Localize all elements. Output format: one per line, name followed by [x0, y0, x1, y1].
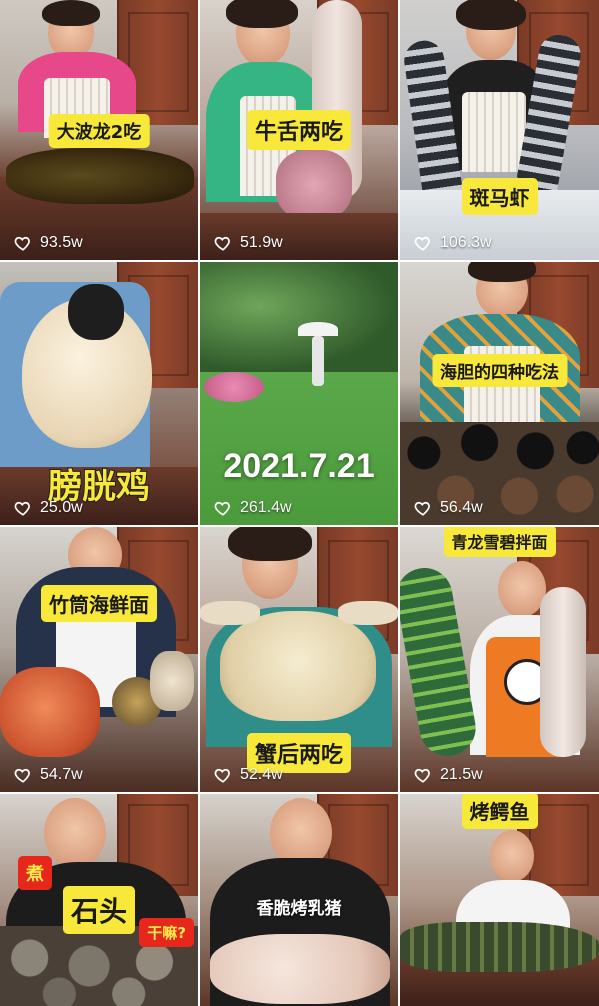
like-count: 261.4w — [214, 499, 292, 517]
crab-claw — [338, 601, 398, 625]
tree-canopy — [200, 262, 398, 372]
heart-icon — [14, 499, 32, 517]
side-caption: 干嘛? — [141, 920, 192, 945]
lobster-shape — [400, 563, 481, 761]
video-tile-roast-pig[interactable]: 香脆烤乳猪 — [200, 794, 398, 1006]
video-caption: 石头 — [64, 888, 134, 932]
heart-icon — [214, 234, 232, 252]
video-tile-green-dragon[interactable]: 青龙雪碧拌面 21.5w — [400, 527, 599, 792]
video-tile-sea-urchin[interactable]: 海胆的四种吃法 56.4w — [400, 262, 599, 525]
heart-icon — [414, 766, 432, 784]
video-caption: 2021.7.21 — [223, 447, 375, 485]
video-tile-beef-tongue[interactable]: 牛舌两吃 51.9w — [200, 0, 398, 260]
video-caption: 竹筒海鲜面 — [43, 587, 155, 620]
person-hair — [456, 0, 526, 30]
like-count-value: 25.0w — [40, 499, 83, 516]
like-count-value: 93.5w — [40, 234, 83, 251]
person-hair — [226, 0, 298, 28]
video-caption: 大波龙2吃 — [50, 116, 148, 146]
like-count-value: 54.7w — [40, 766, 83, 783]
video-tile-stones[interactable]: 煮 石头 干嘛? — [0, 794, 198, 1006]
heart-icon — [214, 499, 232, 517]
like-count-value: 51.9w — [240, 234, 283, 251]
like-count: 106.3w — [414, 234, 492, 252]
video-tile-crab[interactable]: 蟹后两吃 52.4w — [200, 527, 398, 792]
lobster-shape — [6, 148, 194, 204]
person-head — [490, 830, 534, 882]
heart-icon — [414, 234, 432, 252]
side-caption: 煮 — [20, 858, 50, 888]
video-tile-park[interactable]: 2021.7.21 261.4w — [200, 262, 398, 525]
like-count: 52.4w — [214, 766, 283, 784]
like-count: 51.9w — [214, 234, 283, 252]
like-count-value: 261.4w — [240, 499, 292, 516]
like-count-value: 21.5w — [440, 766, 483, 783]
video-caption: 青龙雪碧拌面 — [445, 527, 554, 555]
like-count-value: 106.3w — [440, 234, 492, 251]
video-caption: 斑马虾 — [463, 180, 536, 213]
person-hair — [468, 262, 536, 282]
heart-icon — [14, 766, 32, 784]
mantis-shrimp-shape — [540, 587, 586, 757]
video-caption: 烤鳄鱼 — [463, 794, 536, 827]
shell-shape — [150, 651, 194, 711]
tongue-root-shape — [276, 150, 352, 220]
like-count: 21.5w — [414, 766, 483, 784]
crab-claw — [200, 601, 260, 625]
like-count-value: 52.4w — [240, 766, 283, 783]
like-count: 56.4w — [414, 499, 483, 517]
umbrella-shape — [298, 322, 338, 336]
octopus-shape — [0, 667, 100, 757]
person-hair — [228, 527, 312, 561]
person-hair — [42, 0, 100, 26]
person-apron — [462, 92, 526, 172]
like-count-value: 56.4w — [440, 499, 483, 516]
video-tile-crocodile[interactable]: 烤鳄鱼 — [400, 794, 599, 1006]
heart-icon — [414, 499, 432, 517]
person-head — [498, 561, 546, 617]
like-count: 25.0w — [14, 499, 83, 517]
like-count: 93.5w — [14, 234, 83, 252]
like-count: 54.7w — [14, 766, 83, 784]
video-tile-lobster[interactable]: 大波龙2吃 93.5w — [0, 0, 198, 260]
video-tile-bladder-chicken[interactable]: 膀胱鸡 25.0w — [0, 262, 198, 525]
video-caption: 海胆的四种吃法 — [434, 356, 565, 385]
video-caption: 香脆烤乳猪 — [256, 899, 342, 919]
crab-shape — [220, 611, 376, 721]
flower-bush — [204, 372, 264, 402]
heart-icon — [14, 234, 32, 252]
video-tile-bamboo-seafood-noodles[interactable]: 竹筒海鲜面 54.7w — [0, 527, 198, 792]
person-head — [44, 798, 106, 868]
video-tile-zebra-shrimp[interactable]: 斑马虾 106.3w — [400, 0, 599, 260]
video-caption: 牛舌两吃 — [248, 112, 350, 148]
heart-icon — [214, 766, 232, 784]
crocodile-shape — [400, 922, 599, 972]
pig-shape — [210, 934, 390, 1004]
video-grid: 大波龙2吃 93.5w 牛舌两吃 51.9w 斑马虾 106.3w 膀胱鸡 25… — [0, 0, 599, 1006]
glove-shape — [68, 284, 124, 340]
person-figure — [312, 336, 324, 386]
